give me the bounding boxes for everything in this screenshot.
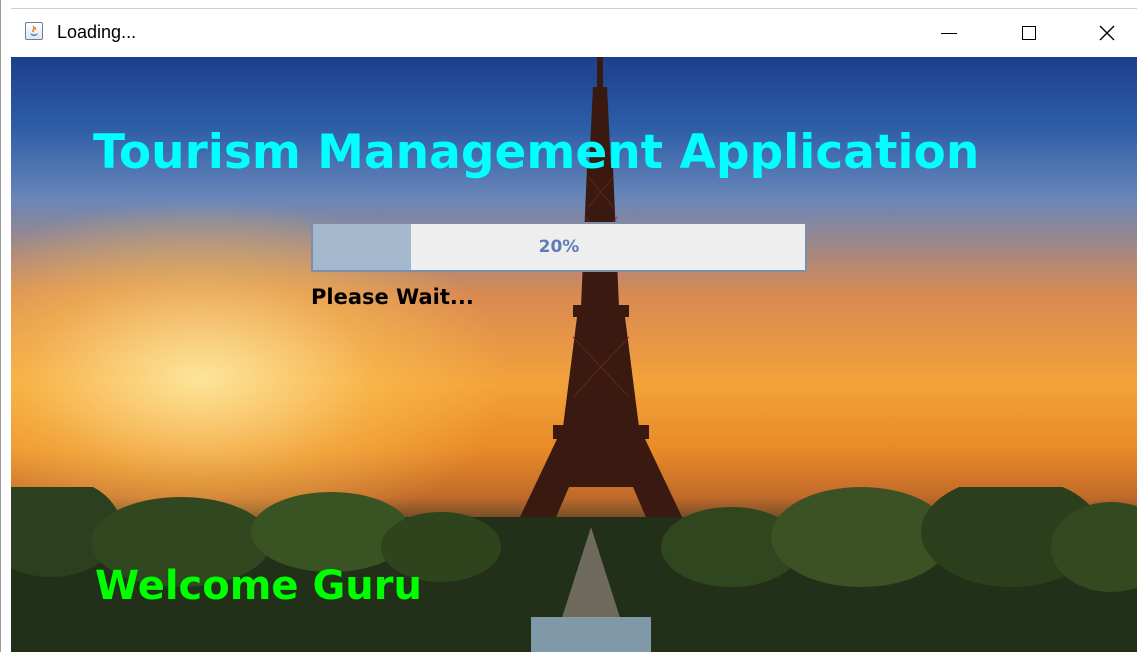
minimize-icon xyxy=(941,32,957,34)
app-title: Tourism Management Application xyxy=(93,125,980,180)
window-title: Loading... xyxy=(57,22,137,42)
minimize-button[interactable] xyxy=(919,9,979,57)
close-button[interactable] xyxy=(1077,9,1137,57)
splash-background: Tourism Management Application 20% Pleas… xyxy=(11,57,1137,652)
maximize-button[interactable] xyxy=(999,9,1059,57)
loading-window: Loading... Tourism Management Applicatio… xyxy=(0,0,1137,652)
status-text: Please Wait... xyxy=(311,285,474,309)
loading-progress-bar: 20% xyxy=(311,222,807,272)
progress-percent-label: 20% xyxy=(538,237,580,257)
close-icon xyxy=(1099,25,1115,41)
welcome-message: Welcome Guru xyxy=(95,563,422,609)
title-bar[interactable]: Loading... xyxy=(11,8,1137,57)
java-app-icon xyxy=(25,22,43,40)
maximize-icon xyxy=(1022,26,1036,40)
